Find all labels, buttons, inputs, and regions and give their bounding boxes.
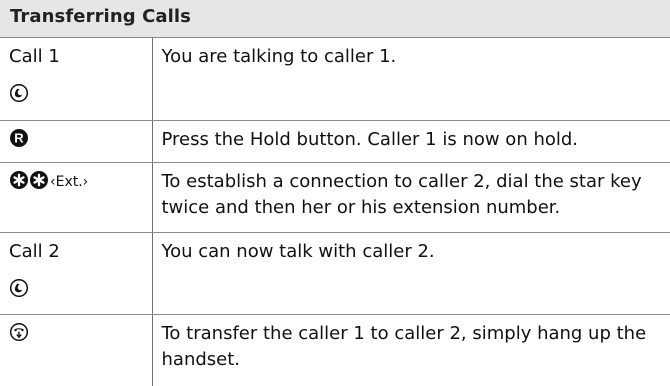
step-cell: Call 2 [0,232,153,315]
document-page: Transferring Calls Call 1 You are talkin… [0,0,670,386]
description-cell: To transfer the caller 1 to caller 2, si… [161,322,647,370]
star-key-icon [29,170,49,190]
table-row: R Press the Hold button. Caller 1 is now… [0,120,670,163]
table-row: Call 2 You can now talk with caller 2. [0,232,670,315]
description-cell: You are talking to caller 1. [152,38,670,121]
step-cell [0,314,153,386]
call-label: Call 2 [9,240,60,262]
description-cell: You can now talk with caller 2. [152,232,670,315]
r-key-icon: R [9,128,29,148]
step-cell: Call 1 [0,38,153,121]
table-row: ‹Ext.› To establish a connection to call… [0,162,670,233]
extension-label: ‹Ext.› [50,173,89,190]
description-cell: Press the Hold button. Caller 1 is now o… [152,120,670,163]
step-cell: ‹Ext.› [0,162,153,233]
description-cell: To establish a connection to caller 2, d… [152,162,670,233]
call-label: Call 1 [9,46,60,67]
handset-offhook-icon [9,278,29,298]
handset-offhook-icon [9,83,29,103]
instruction-table: Call 1 You are talking to caller 1. R Pr… [0,38,670,386]
table-row: Call 1 You are talking to caller 1. [0,38,670,121]
star-key-icon [9,170,29,190]
section-header: Transferring Calls [0,0,670,38]
svg-text:R: R [14,130,24,145]
step-cell: R [0,120,153,163]
table-row: To transfer the caller 1 to caller 2, si… [0,314,670,386]
hang-up-icon [9,322,29,342]
section-title: Transferring Calls [10,6,191,27]
